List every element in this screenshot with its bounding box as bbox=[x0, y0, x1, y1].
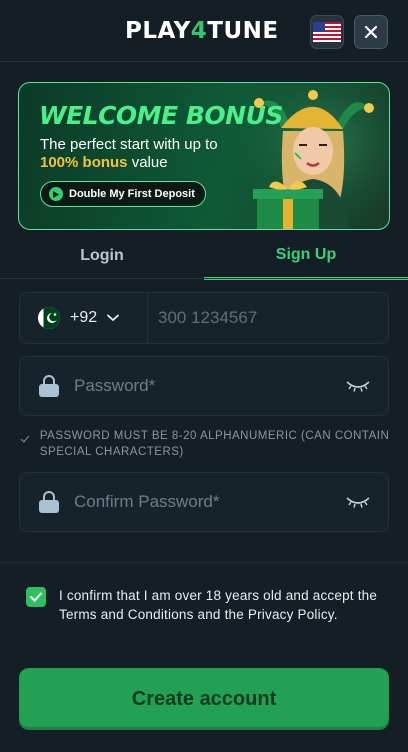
banner-title: WELCOME BONUS bbox=[39, 101, 283, 130]
close-button[interactable] bbox=[354, 15, 388, 49]
welcome-bonus-banner[interactable]: WELCOME BONUS The perfect start with up … bbox=[18, 82, 390, 230]
confirm-password-input[interactable]: Confirm Password* bbox=[74, 492, 220, 512]
double-deposit-button[interactable]: Double My First Deposit bbox=[40, 181, 206, 207]
play-icon bbox=[49, 187, 63, 201]
age-consent: I confirm that I am over 18 years old an… bbox=[26, 586, 386, 624]
logo-text-tune: TUNE bbox=[207, 18, 279, 44]
pakistan-flag-icon bbox=[38, 307, 60, 329]
header: PLAY4TUNE bbox=[0, 0, 408, 62]
password-field[interactable]: Password* bbox=[19, 356, 389, 416]
consent-text: I confirm that I am over 18 years old an… bbox=[59, 588, 378, 622]
phone-input[interactable]: 300 1234567 bbox=[158, 308, 257, 328]
logo-text-four: 4 bbox=[190, 18, 208, 44]
chevron-down-icon bbox=[107, 314, 120, 322]
lock-icon bbox=[39, 375, 59, 397]
auth-tabs: Login Sign Up bbox=[0, 232, 408, 280]
us-flag-icon bbox=[313, 22, 341, 42]
tabs-divider bbox=[0, 278, 408, 279]
section-divider bbox=[0, 562, 408, 563]
logo-text-play: PLAY bbox=[125, 18, 191, 44]
password-hint: PASSWORD MUST BE 8-20 ALPHANUMERIC (CAN … bbox=[20, 428, 390, 460]
phone-field: +92 300 1234567 bbox=[19, 292, 389, 344]
banner-subtitle-line2: 100% bonus value bbox=[40, 154, 168, 171]
country-code-select[interactable]: +92 bbox=[20, 293, 148, 343]
eye-closed-icon[interactable] bbox=[346, 379, 370, 393]
eye-closed-icon[interactable] bbox=[346, 495, 370, 509]
tab-login[interactable]: Login bbox=[0, 232, 204, 280]
checkmark-icon bbox=[30, 592, 42, 602]
bonus-highlight-suffix: value bbox=[127, 154, 168, 171]
consent-checkbox[interactable] bbox=[26, 587, 46, 607]
logo[interactable]: PLAY4TUNE bbox=[125, 18, 279, 44]
lock-icon bbox=[39, 491, 59, 513]
banner-subtitle-line1: The perfect start with up to bbox=[40, 136, 218, 153]
create-account-button[interactable]: Create account bbox=[19, 668, 389, 730]
confirm-password-field[interactable]: Confirm Password* bbox=[19, 472, 389, 532]
bonus-highlight: 100% bonus bbox=[40, 154, 128, 171]
password-input[interactable]: Password* bbox=[74, 376, 155, 396]
double-deposit-label: Double My First Deposit bbox=[69, 188, 195, 200]
close-icon bbox=[365, 26, 377, 38]
check-icon bbox=[20, 435, 30, 443]
tab-sign-up[interactable]: Sign Up bbox=[204, 232, 408, 280]
dial-code: +92 bbox=[70, 309, 98, 326]
language-button[interactable] bbox=[310, 15, 344, 49]
password-hint-text: PASSWORD MUST BE 8-20 ALPHANUMERIC (CAN … bbox=[39, 430, 390, 458]
